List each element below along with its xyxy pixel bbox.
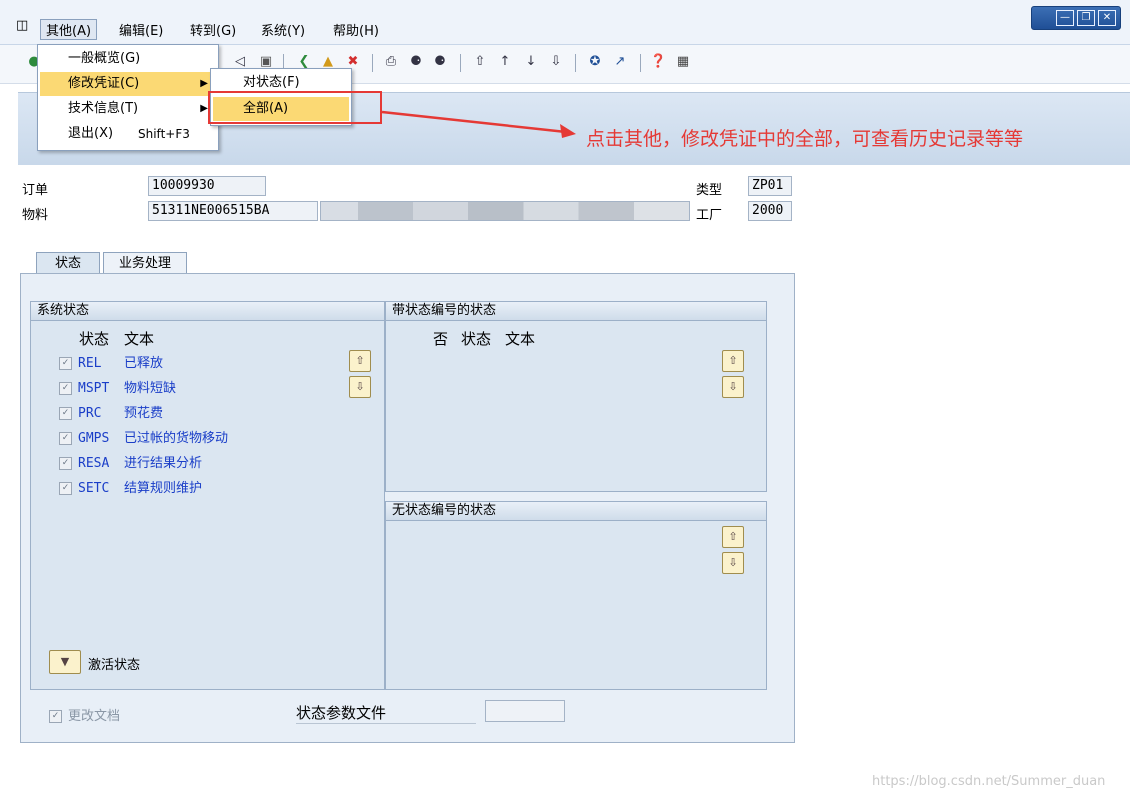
watermark: https://blog.csdn.net/Summer_duan [872, 774, 1106, 789]
status-text: 已释放 [124, 356, 164, 371]
checkbox: ✓ [49, 710, 62, 723]
status-with-number-panel: 带状态编号的状态 否 状态 文本 ⇧ ⇩ [385, 301, 767, 492]
menu-bar: ◫ 其他(A) 编辑(E) 转到(G) 系统(Y) 帮助(H) [0, 0, 1130, 45]
status-code: REL [78, 356, 102, 371]
status-text: 进行结果分析 [124, 456, 203, 471]
scroll-down-button[interactable]: ⇩ [722, 376, 744, 398]
menu-goto[interactable]: 转到(G) [190, 20, 236, 39]
status-row-resa: ✓ RESA 进行结果分析 [59, 454, 202, 474]
tab-status[interactable]: 状态 [36, 252, 100, 275]
menu-item-change-documents[interactable]: 修改凭证(C) ▶ [40, 72, 216, 96]
tab-content: 系统状态 状态 文本 ✓ REL 已释放 ✓ MSPT 物料短缺 ✓ PRC 预花费 ✓ GM… [20, 273, 795, 743]
material-field[interactable]: 51311NE006515BA [148, 201, 318, 221]
other-menu-dropdown: 一般概览(G) 修改凭证(C) ▶ 技术信息(T) ▶ 退出(X) Shift+F3 [37, 44, 219, 151]
toolbar-separator [460, 54, 461, 72]
help-icon[interactable]: ❓ [650, 54, 666, 70]
status-with-number-title: 带状态编号的状态 [386, 302, 766, 321]
status-code: MSPT [78, 381, 110, 396]
type-field[interactable]: ZP01 [748, 176, 792, 196]
last-page-icon[interactable]: ⇩ [548, 54, 564, 70]
tab-business-process[interactable]: 业务处理 [103, 252, 187, 275]
menu-item-exit[interactable]: 退出(X) Shift+F3 [40, 122, 216, 146]
next-page-icon[interactable]: ↓ [523, 54, 539, 70]
toolbar-separator [575, 54, 576, 72]
status-row-setc: ✓ SETC 结算规则维护 [59, 479, 202, 499]
checkbox: ✓ [59, 457, 72, 470]
menu-other[interactable]: 其他(A) [40, 19, 98, 40]
menu-help[interactable]: 帮助(H) [333, 20, 379, 39]
change-document-checkbox[interactable]: ✓ 更改文档 [49, 705, 120, 724]
status-without-number-panel: 无状态编号的状态 ⇧ ⇩ [385, 501, 767, 690]
annotation-text: 点击其他，修改凭证中的全部，可查看历史记录等等 [586, 128, 1024, 150]
window-menu-icon[interactable]: ◫ [16, 18, 28, 33]
material-label: 物料 [22, 208, 49, 223]
status-row-rel: ✓ REL 已释放 [59, 354, 163, 374]
menu-item-technical-info[interactable]: 技术信息(T) ▶ [40, 97, 216, 121]
exit-shortcut: Shift+F3 [138, 127, 190, 141]
shortcut-icon[interactable]: ↗ [612, 54, 628, 70]
checkbox: ✓ [59, 482, 72, 495]
restore-button[interactable]: ❐ [1077, 10, 1095, 26]
checkbox: ✓ [59, 432, 72, 445]
plant-field[interactable]: 2000 [748, 201, 792, 221]
checkbox: ✓ [59, 382, 72, 395]
submenu-arrow-icon: ▶ [200, 103, 208, 114]
status-text: 预花费 [124, 406, 164, 421]
type-label: 类型 [696, 183, 723, 198]
status-row-gmps: ✓ GMPS 已过帐的货物移动 [59, 429, 228, 449]
checkbox: ✓ [59, 357, 72, 370]
no-column-header: 否 [433, 330, 449, 348]
status-code: RESA [78, 456, 110, 471]
scroll-down-button[interactable]: ⇩ [722, 552, 744, 574]
filter-icon: ▼ [60, 655, 70, 668]
scroll-down-button[interactable]: ⇩ [349, 376, 371, 398]
status-profile-label: 状态参数文件 [296, 702, 476, 724]
highlight-box [208, 91, 382, 124]
find-next-icon[interactable]: ⚈ [432, 54, 448, 70]
system-status-title: 系统状态 [31, 302, 384, 321]
toolbar-separator [640, 54, 641, 72]
status-text: 结算规则维护 [124, 481, 203, 496]
window-controls: — ❐ ✕ [1031, 6, 1121, 30]
status-code: SETC [78, 481, 110, 496]
order-field[interactable]: 10009930 [148, 176, 266, 196]
scroll-up-button[interactable]: ⇧ [722, 350, 744, 372]
system-status-panel: 系统状态 状态 文本 ✓ REL 已释放 ✓ MSPT 物料短缺 ✓ PRC 预花费 ✓ GM… [30, 301, 385, 690]
scroll-up-button[interactable]: ⇧ [722, 526, 744, 548]
change-document-label: 更改文档 [68, 709, 121, 724]
status-row-mspt: ✓ MSPT 物料短缺 [59, 379, 176, 399]
status-code: GMPS [78, 431, 110, 446]
minimize-button[interactable]: — [1056, 10, 1074, 26]
close-button[interactable]: ✕ [1098, 10, 1116, 26]
submenu-arrow-icon: ▶ [200, 78, 208, 89]
activate-status-label: 激活状态 [88, 658, 141, 673]
order-label: 订单 [22, 183, 49, 198]
checkbox: ✓ [59, 407, 72, 420]
status-without-number-title: 无状态编号的状态 [386, 502, 766, 521]
find-icon[interactable]: ⚈ [408, 54, 424, 70]
status-column-header: 状态 [79, 330, 110, 348]
material-description-field [320, 201, 690, 221]
scroll-up-button[interactable]: ⇧ [349, 350, 371, 372]
layout-icon[interactable]: ▦ [675, 54, 691, 70]
plant-label: 工厂 [696, 208, 723, 223]
menu-system[interactable]: 系统(Y) [261, 20, 305, 39]
first-page-icon[interactable]: ⇧ [472, 54, 488, 70]
text-column-header: 文本 [124, 330, 155, 348]
activate-status-button[interactable]: ▼ [49, 650, 81, 674]
status-text: 已过帐的货物移动 [124, 431, 229, 446]
print-icon[interactable]: ⎙ [383, 54, 399, 70]
status-text: 物料短缺 [124, 381, 177, 396]
menu-edit[interactable]: 编辑(E) [119, 20, 163, 39]
menu-item-general-overview[interactable]: 一般概览(G) [40, 47, 216, 71]
status-column-header: 状态 [461, 330, 492, 348]
status-row-prc: ✓ PRC 预花费 [59, 404, 163, 424]
prev-page-icon[interactable]: ↑ [497, 54, 513, 70]
new-session-icon[interactable]: ✪ [587, 54, 603, 70]
status-code: PRC [78, 406, 102, 421]
text-column-header: 文本 [505, 330, 536, 348]
status-profile-field[interactable] [485, 700, 565, 722]
annotation-arrow [381, 110, 576, 138]
toolbar-separator [372, 54, 373, 72]
